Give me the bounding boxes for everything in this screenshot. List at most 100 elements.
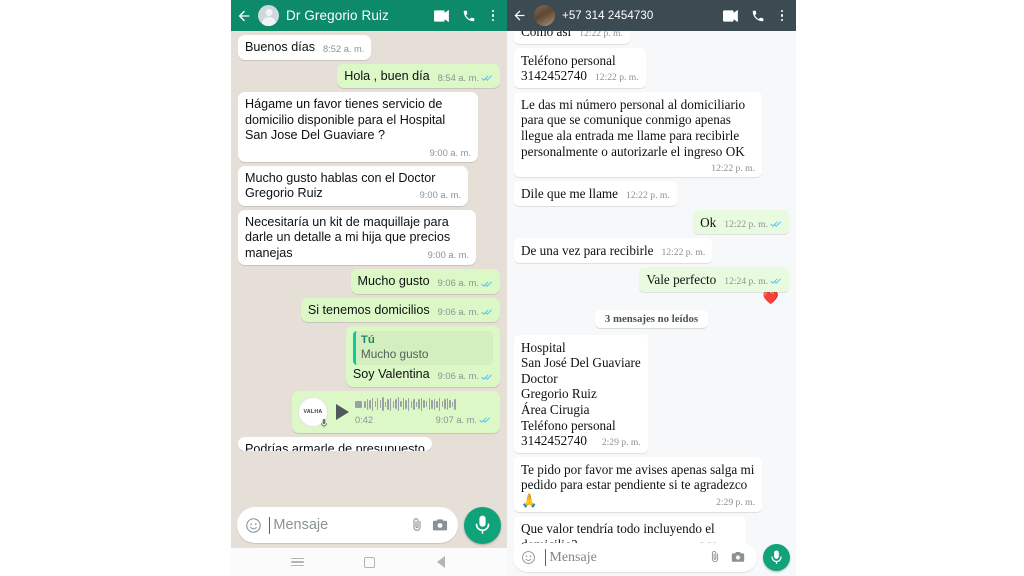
message-row: Hágame un favor tienes servicio de domic… [238, 92, 500, 162]
message-time: 9:06 a. m. [437, 306, 479, 317]
left-message-input[interactable]: Mensaje [269, 514, 403, 536]
left-chat-header: Dr Gregorio Ruiz [231, 0, 507, 31]
screenshot-root: Dr Gregorio Ruiz Buenos días 8:52 a. m. [0, 0, 1024, 576]
voice-record-button[interactable] [464, 506, 501, 544]
right-message-input[interactable]: Mensaje [545, 546, 702, 568]
message-row: Tú Mucho gusto Soy Valentina 9:06 a. m. [238, 326, 500, 387]
message-text: Podrías armarle de presupuesto [245, 442, 425, 451]
message-reaction-row: ❤️ [514, 291, 779, 304]
voice-footer: 0:42 9:07 a. m. [355, 413, 492, 429]
message-bubble[interactable]: De una vez para recibirle 12:22 p. m. [514, 238, 713, 263]
message-meta: 9:06 a. m. [438, 307, 493, 318]
right-message-input-pill[interactable]: Mensaje [513, 542, 757, 572]
phone-call-icon[interactable] [748, 0, 768, 31]
camera-icon[interactable] [432, 518, 449, 532]
message-time: 12:22 p. m. [594, 72, 639, 84]
message-row: Necesitaría un kit de maquillaje para da… [238, 209, 500, 265]
message-time: 9:06 a. m. [437, 371, 479, 381]
paperclip-icon[interactable] [409, 517, 426, 533]
video-call-icon[interactable] [431, 0, 453, 31]
back-icon[interactable] [236, 8, 252, 24]
unread-divider-label: 3 mensajes no leídos [594, 309, 709, 328]
overflow-menu-icon[interactable] [485, 0, 501, 31]
camera-icon[interactable] [731, 551, 748, 563]
message-text: Hospital San José Del Guaviare Doctor Grego… [521, 339, 641, 449]
read-receipt-icon [481, 280, 493, 288]
voice-time: 9:07 a. m. [435, 414, 477, 425]
contact-photo-avatar[interactable] [534, 5, 555, 26]
voice-track: 0:42 9:07 a. m. [355, 397, 492, 429]
message-row: Mucho gusto hablas con el Doctor Gregori… [238, 165, 500, 206]
message-bubble[interactable]: Hágame un favor tienes servicio de domic… [238, 92, 478, 162]
message-meta: 8:52 a. m. [323, 44, 364, 55]
voice-message-bubble[interactable]: VALHA 0:42 9:07 a. m. [292, 390, 500, 433]
message-meta: 2:29 p. m. [602, 437, 641, 448]
message-bubble[interactable]: Tú Mucho gusto Soy Valentina 9:06 a. m. [345, 326, 500, 387]
reaction-heart-icon[interactable]: ❤️ [763, 291, 779, 304]
message-bubble[interactable]: Dile que me llame 12:22 p. m. [514, 181, 677, 206]
message-bubble[interactable]: Te pido por favor me avises apenas salga… [514, 456, 762, 513]
message-row: Hospital San José Del Guaviare Doctor Grego… [514, 334, 789, 453]
message-text: Necesitaría un kit de maquillaje para da… [245, 214, 451, 260]
message-bubble[interactable]: Mucho gusto 9:06 a. m. [350, 269, 500, 294]
read-receipt-icon [481, 308, 493, 316]
voice-message-row: VALHA 0:42 9:07 a. m. [238, 390, 500, 433]
contact-avatar[interactable] [258, 5, 279, 26]
microphone-icon [319, 417, 329, 429]
message-time: 2:29 p. m. [716, 496, 755, 508]
video-call-icon[interactable] [720, 0, 742, 31]
back-icon[interactable] [512, 8, 528, 24]
left-message-input-pill[interactable]: Mensaje [237, 507, 458, 543]
message-time: 9:00 a. m. [429, 147, 471, 158]
message-bubble[interactable]: Hola , buen día 8:54 a. m. [337, 63, 500, 88]
read-receipt-icon [770, 220, 782, 228]
message-row: Buenos días 8:52 a. m. [238, 35, 500, 60]
message-text: Buenos días [245, 40, 316, 54]
unread-messages-divider: 3 mensajes no leídos [514, 309, 789, 328]
message-time: 9:00 a. m. [419, 190, 461, 200]
play-icon[interactable] [336, 404, 349, 421]
emoji-smiley-icon[interactable] [245, 517, 263, 534]
message-time: 9:00 a. m. [427, 249, 469, 260]
home-square-icon[interactable] [356, 549, 382, 575]
message-bubble[interactable]: Si tenemos domicilios 9:06 a. m. [300, 297, 500, 322]
message-time: 9:06 a. m. [437, 278, 479, 288]
message-bubble[interactable]: Le das mi número personal al domiciliari… [514, 91, 762, 178]
right-message-list[interactable]: Como asi 12:22 p. m. Teléfono personal 31… [507, 23, 796, 568]
right-chat-header: +57 314 2454730 [507, 0, 796, 31]
voice-avatar-label: VALHA [303, 408, 323, 415]
message-time: 12:22 p. m. [724, 218, 768, 230]
message-bubble[interactable]: Teléfono personal 3142452740 12:22 p. m. [514, 47, 646, 88]
message-bubble[interactable]: Ok 12:22 p. m. [693, 209, 789, 235]
message-row-partial: Podrías armarle de presupuesto [238, 437, 500, 451]
message-text: Si tenemos domicilios [307, 302, 430, 317]
message-bubble[interactable]: Mucho gusto hablas con el Doctor Gregori… [238, 165, 468, 206]
voice-waveform[interactable] [355, 397, 492, 412]
overflow-menu-icon[interactable] [774, 0, 790, 31]
voice-record-button[interactable] [763, 543, 790, 571]
message-text: Mucho gusto [357, 274, 430, 288]
message-meta: 2:29 p. m. [716, 497, 755, 508]
message-time: 2:29 p. m. [601, 437, 641, 449]
message-meta: 12:22 p. m. [595, 72, 639, 83]
message-bubble[interactable]: Buenos días 8:52 a. m. [238, 35, 372, 60]
message-bubble[interactable]: Vale perfecto 12:24 p. m. [639, 266, 789, 292]
voice-duration: 0:42 [355, 414, 374, 425]
message-time: 8:52 a. m. [323, 44, 365, 54]
message-bubble[interactable]: Podrías armarle de presupuesto [238, 437, 432, 451]
message-meta: 9:06 a. m. [438, 278, 493, 289]
message-row: Ok 12:22 p. m. [514, 209, 789, 235]
paperclip-icon[interactable] [708, 550, 725, 564]
message-meta: 12:24 p. m. [724, 276, 782, 287]
message-bubble[interactable]: Necesitaría un kit de maquillaje para da… [238, 209, 476, 265]
left-message-list[interactable]: Buenos días 8:52 a. m. Hola , buen día 8… [231, 31, 507, 576]
message-row: Dile que me llame 12:22 p. m. [514, 181, 789, 206]
emoji-smiley-icon[interactable] [521, 550, 539, 565]
message-row: Vale perfecto 12:24 p. m. [514, 266, 789, 292]
back-triangle-icon[interactable] [428, 549, 454, 575]
quoted-reply[interactable]: Tú Mucho gusto [352, 331, 493, 365]
phone-call-icon[interactable] [459, 0, 479, 31]
message-row: Hola , buen día 8:54 a. m. [238, 63, 500, 88]
recents-hamburger-icon[interactable] [284, 549, 310, 575]
message-bubble[interactable]: Hospital San José Del Guaviare Doctor Grego… [514, 334, 648, 453]
